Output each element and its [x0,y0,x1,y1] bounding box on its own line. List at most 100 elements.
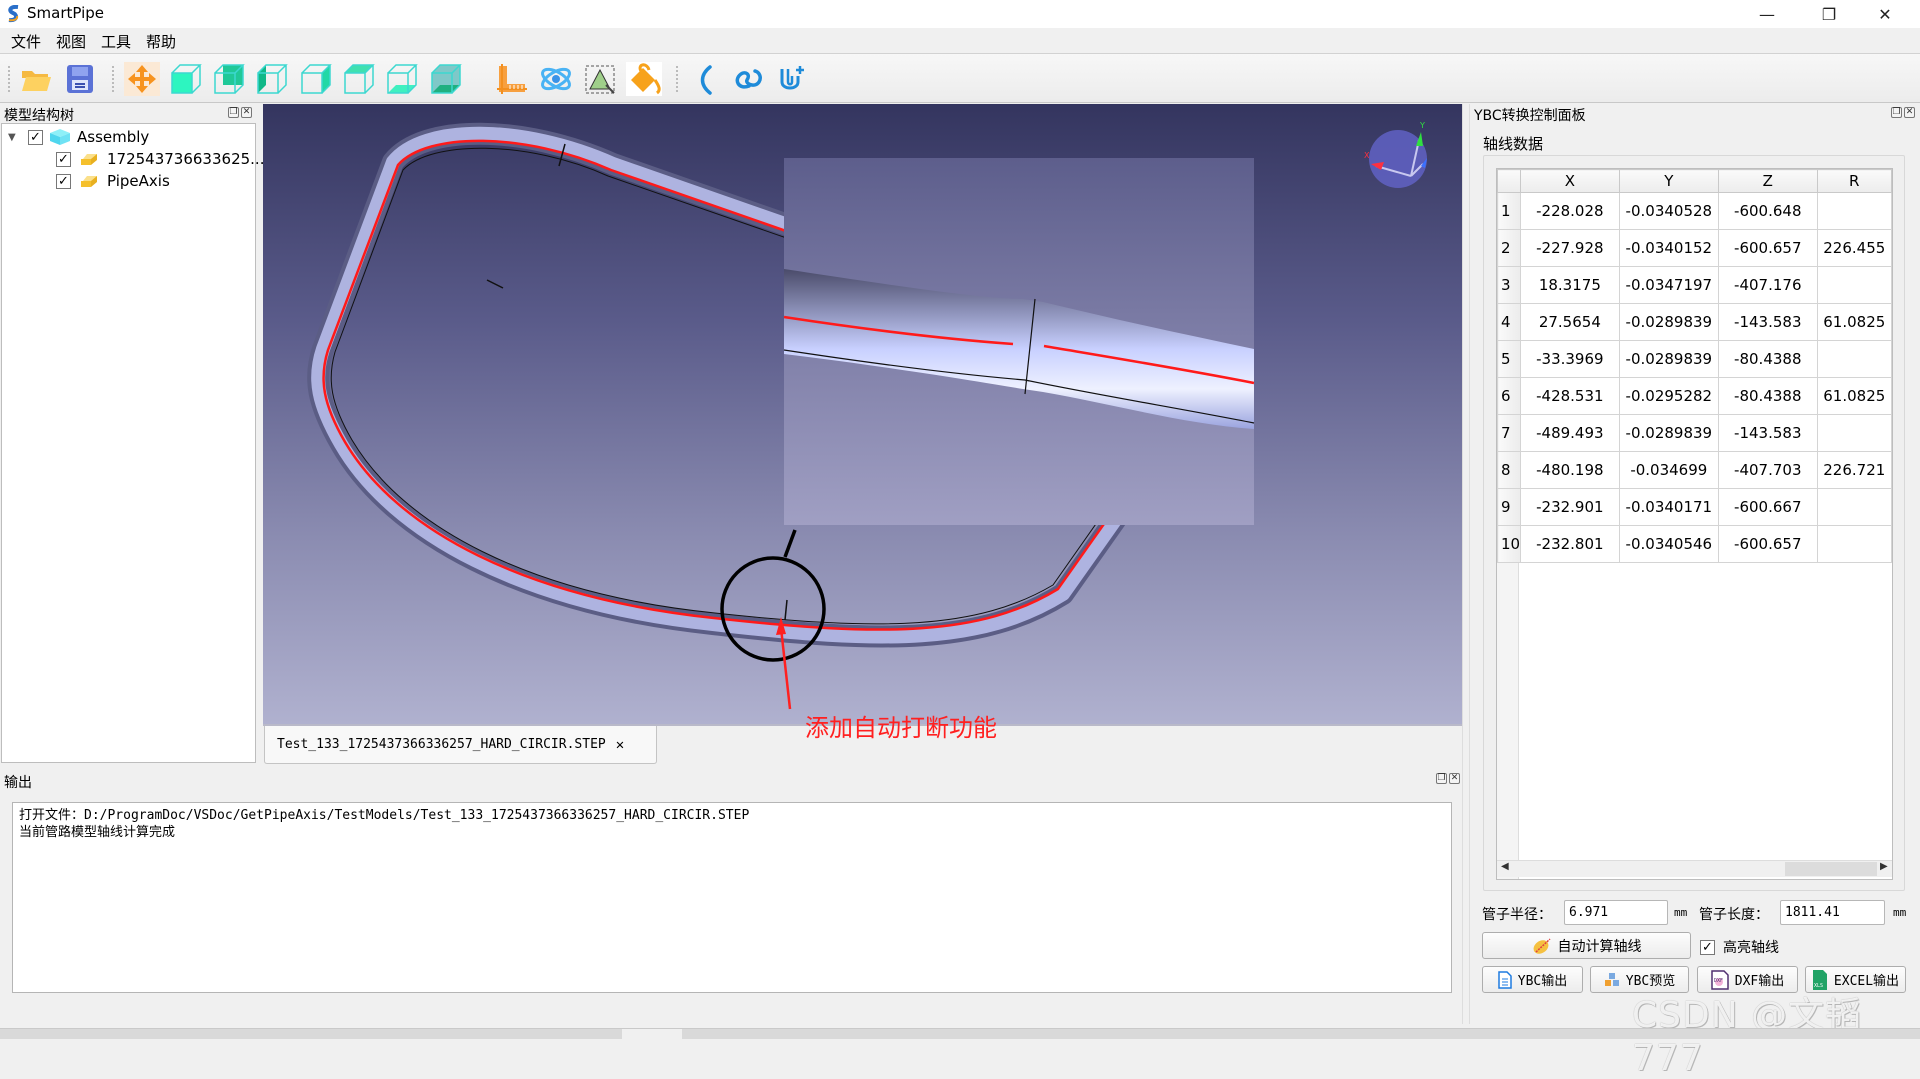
row-number[interactable]: 7 [1498,415,1521,452]
document-tab[interactable]: Test_133_1725437366336257_HARD_CIRCIR.ST… [264,726,657,764]
highlight-axis-checkbox[interactable]: ✓ 高亮轴线 [1700,937,1779,957]
paint-color-button[interactable] [626,62,662,96]
row-number[interactable]: 5 [1498,341,1521,378]
view-front-button[interactable] [168,62,204,96]
cell-z[interactable]: -143.583 [1719,304,1818,341]
row-number[interactable]: 4 [1498,304,1521,341]
cell-y[interactable]: -0.0347197 [1619,267,1718,304]
row-number[interactable]: 6 [1498,378,1521,415]
radius-input[interactable] [1564,900,1668,925]
cell-r[interactable] [1817,341,1891,378]
cell-y[interactable]: -0.0289839 [1619,341,1718,378]
cell-y[interactable]: -0.034699 [1619,452,1718,489]
tree-item-assembly[interactable]: ▼ ✓ Assembly [8,126,149,148]
float-dock-button[interactable]: ❐ [1891,107,1902,118]
length-input[interactable] [1780,900,1885,925]
cell-z[interactable]: -143.583 [1719,415,1818,452]
table-row[interactable]: 427.5654-0.0289839-143.58361.0825 [1498,304,1892,341]
float-dock-button[interactable]: ❐ [1436,773,1447,784]
toolbar-grip[interactable] [676,66,680,92]
row-number[interactable]: 9 [1498,489,1521,526]
horizontal-scrollbar[interactable]: ◀ ▶ [1497,860,1892,877]
corner-header[interactable] [1498,170,1521,193]
minimize-button[interactable]: — [1744,0,1790,28]
cell-r[interactable]: 226.455 [1817,230,1891,267]
cell-x[interactable]: -228.028 [1521,193,1620,230]
open-file-button[interactable] [18,62,54,96]
close-dock-button[interactable]: ✕ [1449,773,1460,784]
cell-x[interactable]: -489.493 [1521,415,1620,452]
cell-y[interactable]: -0.0295282 [1619,378,1718,415]
cell-x[interactable]: -480.198 [1521,452,1620,489]
cell-r[interactable]: 61.0825 [1817,304,1891,341]
cell-x[interactable]: -33.3969 [1521,341,1620,378]
cell-x[interactable]: 18.3175 [1521,267,1620,304]
view-right-button[interactable] [298,62,334,96]
add-bend-button[interactable] [774,62,810,96]
cell-x[interactable]: -428.531 [1521,378,1620,415]
table-row[interactable]: 6-428.531-0.0295282-80.438861.0825 [1498,378,1892,415]
output-log[interactable]: 打开文件：D:/ProgramDoc/VSDoc/GetPipeAxis/Tes… [12,802,1452,993]
scrollbar-thumb[interactable] [1785,862,1877,876]
menu-tools[interactable]: 工具 [101,31,131,52]
auto-calc-axis-button[interactable]: 自动计算轴线 [1482,932,1691,959]
spline-button[interactable] [730,62,766,96]
row-number[interactable]: 3 [1498,267,1521,304]
table-row[interactable]: 5-33.3969-0.0289839-80.4388 [1498,341,1892,378]
column-header-y[interactable]: Y [1619,170,1718,193]
cell-y[interactable]: -0.0340171 [1619,489,1718,526]
menu-view[interactable]: 视图 [56,31,86,52]
close-dock-button[interactable]: ✕ [241,107,252,118]
cell-z[interactable]: -80.4388 [1719,341,1818,378]
table-row[interactable]: 8-480.198-0.034699-407.703226.721 [1498,452,1892,489]
cell-z[interactable]: -600.657 [1719,526,1818,563]
save-file-button[interactable] [62,62,98,96]
view-back-button[interactable] [211,62,247,96]
cell-x[interactable]: -232.901 [1521,489,1620,526]
expand-arrow-icon[interactable]: ▼ [8,132,28,143]
menu-file[interactable]: 文件 [11,31,41,52]
cell-x[interactable]: -232.801 [1521,526,1620,563]
float-dock-button[interactable]: ❐ [228,107,239,118]
view-top-button[interactable] [341,62,377,96]
3d-viewport[interactable]: X Y 添加自动打断功能 [263,104,1463,724]
ybc-export-button[interactable]: YBC输出 [1482,966,1583,993]
close-dock-button[interactable]: ✕ [1904,107,1915,118]
row-number[interactable]: 8 [1498,452,1521,489]
measure-button[interactable] [494,62,530,96]
axis-navigation-gizmo[interactable]: X Y [1364,121,1427,188]
column-header-z[interactable]: Z [1719,170,1818,193]
view-iso-button[interactable] [428,62,464,96]
row-number[interactable]: 1 [1498,193,1521,230]
table-row[interactable]: 9-232.901-0.0340171-600.667 [1498,489,1892,526]
cell-y[interactable]: -0.0289839 [1619,304,1718,341]
cell-z[interactable]: -407.176 [1719,267,1818,304]
cell-z[interactable]: -600.657 [1719,230,1818,267]
tree-item-model[interactable]: ✓ 172543736633625... [56,148,264,170]
column-header-x[interactable]: X [1521,170,1620,193]
table-row[interactable]: 10-232.801-0.0340546-600.657 [1498,526,1892,563]
cell-z[interactable]: -407.703 [1719,452,1818,489]
pan-move-button[interactable] [124,62,160,96]
table-row[interactable]: 318.3175-0.0347197-407.176 [1498,267,1892,304]
cell-x[interactable]: -227.928 [1521,230,1620,267]
tree-checkbox[interactable]: ✓ [56,174,71,189]
row-number[interactable]: 10 [1498,526,1521,563]
cell-y[interactable]: -0.0340528 [1619,193,1718,230]
view-left-button[interactable] [254,62,290,96]
cell-r[interactable] [1817,267,1891,304]
cell-x[interactable]: 27.5654 [1521,304,1620,341]
cell-z[interactable]: -600.667 [1719,489,1818,526]
orbit-button[interactable] [538,62,574,96]
restore-button[interactable]: ❐ [1806,0,1852,28]
toolbar-grip[interactable] [112,66,116,92]
select-region-button[interactable] [582,62,618,96]
column-header-r[interactable]: R [1817,170,1891,193]
table-row[interactable]: 2-227.928-0.0340152-600.657226.455 [1498,230,1892,267]
cell-r[interactable]: 61.0825 [1817,378,1891,415]
dock-splitter[interactable] [1462,104,1470,1024]
close-tab-icon[interactable]: ✕ [616,737,624,753]
tree-checkbox[interactable]: ✓ [28,130,43,145]
cell-z[interactable]: -80.4388 [1719,378,1818,415]
toolbar-grip[interactable] [8,66,12,92]
